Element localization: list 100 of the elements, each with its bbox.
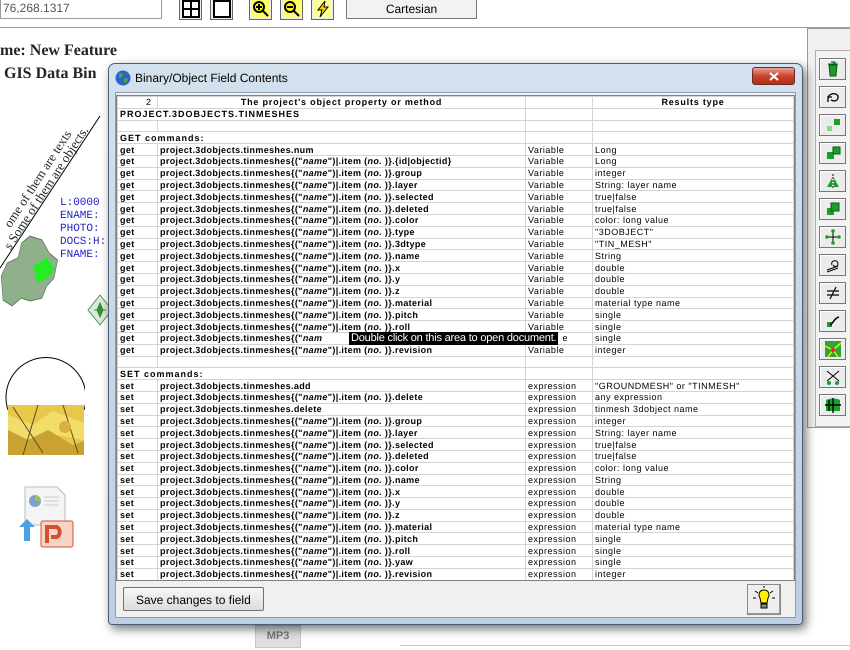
toolbar-button[interactable] — [179, 0, 202, 20]
table-cell: project.3dobjects.tinmeshes{("name")|.item (no. )}.material — [158, 521, 526, 533]
map-icon — [824, 340, 842, 358]
table-cell: set — [118, 509, 158, 522]
table-cell: set — [118, 544, 158, 557]
table-cell: set — [118, 426, 158, 439]
table-cell: project.3dobjects.tinmeshes{("name")|.item (no. )}.pitch — [158, 532, 526, 545]
table-cell: set — [118, 521, 158, 533]
table-cell: Variable — [526, 214, 592, 226]
table-cell: expression — [526, 568, 592, 580]
square-icon — [212, 0, 230, 18]
coordinate-field[interactable]: 76,268.1317 — [0, 0, 162, 19]
table-cell: get — [118, 238, 158, 250]
column-header: 2 — [118, 96, 158, 108]
tool-button[interactable] — [819, 86, 846, 108]
toolbar-button[interactable] — [210, 0, 233, 20]
table-cell: expression — [526, 438, 592, 450]
close-button[interactable] — [752, 67, 795, 85]
table-cell: true|false — [592, 450, 794, 462]
tool-button[interactable] — [819, 394, 846, 416]
table-cell: integer — [592, 167, 794, 180]
table-cell: project.3dobjects.tinmeshes{("name")|.item (no. )}.z — [158, 285, 526, 298]
tool-button[interactable] — [819, 366, 846, 388]
table-cell: Variable — [526, 238, 592, 250]
table-cell: tinmesh 3dobject name — [592, 403, 794, 416]
table-cell: Variable — [526, 155, 592, 168]
table-cell: single — [592, 532, 794, 545]
table-cell: project.3dobjects.tinmeshes{("name")|.item (no. )}.{id|objectid} — [158, 155, 526, 168]
column-header: Results type — [592, 96, 794, 108]
table-cell: project.3dobjects.tinmeshes{("name")|.item (no. )}.pitch — [158, 308, 526, 321]
table-cell: project.3dobjects.tinmeshes{("name")|.item (no. )}.yaw — [158, 556, 526, 568]
tool-button[interactable] — [819, 310, 846, 332]
table-cell: expression — [526, 415, 592, 427]
table-cell: set — [118, 474, 158, 486]
table-cell: single — [592, 556, 794, 568]
table-cell: expression — [526, 380, 592, 392]
table-cell: get — [118, 297, 158, 309]
table-cell: get — [118, 273, 158, 286]
table-cell: expression — [526, 391, 592, 404]
table-cell: double — [592, 486, 794, 498]
move-icon — [824, 228, 842, 246]
table-cell: get — [118, 332, 158, 344]
table-cell: Variable — [526, 308, 592, 321]
table-cell: project.3dobjects.tinmeshes.delete — [158, 403, 526, 416]
table-cell: set — [118, 450, 158, 462]
table-cell: expression — [526, 486, 592, 498]
save-button[interactable]: Save changes to field — [123, 587, 264, 611]
table-cell: PROJECT.3DOBJECTS.TINMESHES — [118, 108, 526, 120]
table-cell: get — [118, 179, 158, 191]
table-cell: set — [118, 415, 158, 427]
table-cell: expression — [526, 532, 592, 545]
table-cell: set — [118, 532, 158, 545]
tool-button[interactable] — [819, 226, 846, 248]
table-cell: set — [118, 556, 158, 568]
projection-button[interactable]: Cartesian — [346, 0, 477, 19]
table-cell: get — [118, 144, 158, 156]
table-cell: double — [592, 509, 794, 522]
table-cell: any expression — [592, 391, 794, 404]
table-cell: set — [118, 391, 158, 404]
toolbar-button[interactable] — [249, 0, 272, 20]
table-cell: expression — [526, 450, 592, 462]
table-cell: set — [118, 498, 158, 510]
table-cell: "GROUNDMESH" or "TINMESH" — [592, 380, 794, 392]
table-cell: project.3dobjects.tinmeshes{("name")|.item (no. )}.roll — [158, 544, 526, 557]
table-cell: project.3dobjects.tinmeshes{("name")|.item (no. )}.y — [158, 273, 526, 286]
table-cell: integer — [592, 568, 794, 580]
table-cell: String: layer name — [592, 426, 794, 439]
table-cell: expression — [526, 403, 592, 416]
table-cell: double — [592, 273, 794, 286]
toolbar-button[interactable] — [311, 0, 334, 20]
document-grid[interactable] — [116, 95, 795, 581]
zoom-in-icon — [252, 0, 270, 18]
table-cell: double — [592, 498, 794, 510]
tool-button[interactable] — [819, 198, 846, 220]
table-cell: get — [118, 155, 158, 168]
table-cell: Variable — [526, 285, 592, 298]
table-cell: true|false — [592, 190, 794, 203]
tool-button[interactable] — [819, 142, 846, 164]
table-cell: project.3dobjects.tinmeshes{("name")|.item (no. )}.layer — [158, 179, 526, 191]
table-cell: single — [592, 320, 794, 332]
table-cell: project.3dobjects.tinmeshes{("name")|.item (no. )}.color — [158, 214, 526, 226]
table-cell: project.3dobjects.tinmeshes{("name")|.item (no. )}.deleted — [158, 450, 526, 462]
hint-button[interactable] — [747, 584, 781, 614]
table-cell: material type name — [592, 297, 794, 309]
table-cell: project.3dobjects.tinmeshes{("name")|.item (no. )}.delete — [158, 391, 526, 404]
table-cell: Variable — [526, 297, 592, 309]
table-cell: project.3dobjects.tinmeshes{("name")|.item (no. )}.selected — [158, 190, 526, 203]
table-cell: "TIN_MESH" — [592, 238, 794, 250]
table-cell: Variable — [526, 179, 592, 191]
table-cell: String: layer name — [592, 179, 794, 191]
tool-button[interactable] — [819, 282, 846, 304]
table-cell: project.3dobjects.tinmeshes{("name")|.item (no. )}.y — [158, 498, 526, 510]
tool-button[interactable] — [819, 58, 846, 80]
table-cell: Variable — [526, 250, 592, 262]
table-cell: expression — [526, 521, 592, 533]
toolbar-button[interactable] — [280, 0, 303, 20]
table-cell: get — [118, 167, 158, 180]
tool-button[interactable] — [819, 254, 846, 276]
table-cell: expression — [526, 544, 592, 557]
table-cell: color: long value — [592, 214, 794, 226]
